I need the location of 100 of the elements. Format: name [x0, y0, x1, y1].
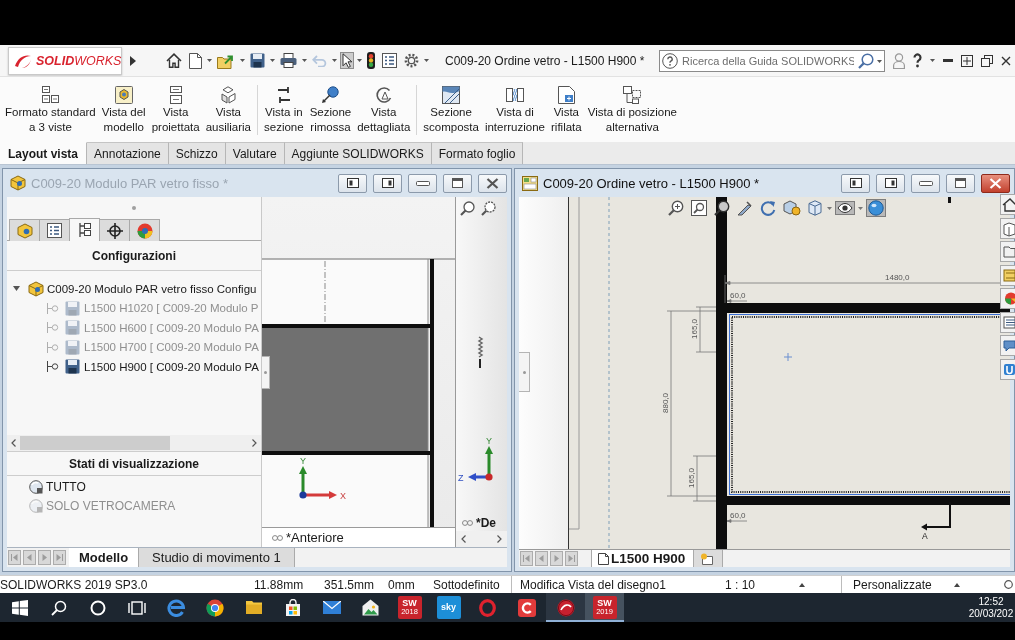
ribbon-button[interactable]: Vista rifilata	[548, 77, 585, 139]
tile-right-button[interactable]	[876, 173, 905, 193]
search-icon[interactable]	[858, 52, 874, 69]
skip-start-icon[interactable]	[520, 551, 533, 566]
dimension-value[interactable]: 165,0	[687, 468, 696, 488]
ribbon-button[interactable]: Vista in sezione	[261, 77, 307, 139]
caret-icon[interactable]	[207, 59, 212, 62]
tree-item[interactable]: C009-20 Modulo PAR vetro fisso Configu	[47, 282, 257, 295]
display-style-icon[interactable]	[781, 199, 803, 217]
tab[interactable]: Valutare	[225, 142, 285, 164]
caret-icon[interactable]	[270, 59, 275, 62]
sheet-tab[interactable]: L1500 H900	[591, 550, 695, 567]
section-view-icon[interactable]	[735, 199, 755, 217]
list-icon[interactable]	[1000, 311, 1015, 333]
list-icon[interactable]	[380, 52, 399, 69]
skip-start-icon[interactable]	[8, 550, 21, 565]
scroll-left-icon[interactable]	[461, 535, 466, 543]
clock-time[interactable]: 12:52	[978, 595, 1004, 608]
box-icon[interactable]	[1000, 217, 1015, 239]
zoom-previous-icon[interactable]	[712, 199, 732, 217]
zoom-area-icon[interactable]	[689, 199, 709, 217]
minimize-button[interactable]	[911, 173, 940, 193]
caret-icon[interactable]	[424, 59, 429, 62]
caret-icon[interactable]	[877, 59, 882, 63]
globe-icon[interactable]	[866, 199, 886, 217]
dimension-value[interactable]: 1480,0	[885, 273, 910, 282]
ribbon-button[interactable]: Vista del modello	[98, 77, 149, 139]
circle-icon[interactable]	[1004, 580, 1013, 589]
ribbon-button[interactable]: Vista proiettata	[148, 77, 203, 139]
caret-icon[interactable]	[13, 286, 20, 292]
maximize-button[interactable]	[946, 173, 975, 193]
ribbon-button[interactable]: Vista di posizione alternativa	[584, 77, 680, 139]
grip-icon[interactable]	[132, 205, 136, 210]
dimension-value[interactable]: 60,0	[730, 511, 746, 520]
add-sheet-button[interactable]	[694, 550, 724, 567]
zoom-fit-icon[interactable]	[460, 201, 475, 216]
ribbon-button[interactable]: Vista ausiliaria	[202, 77, 254, 139]
close-icon[interactable]	[1001, 55, 1011, 66]
traffic-light-icon[interactable]	[365, 51, 377, 70]
tab[interactable]: Modello	[69, 548, 140, 567]
tile-right-button[interactable]	[373, 173, 402, 193]
maximize-button[interactable]	[443, 173, 472, 193]
ribbon-button[interactable]: Sezione rimossa	[306, 77, 355, 139]
tab[interactable]: Studio di movimento 1	[139, 548, 295, 567]
scrollbar-thumb[interactable]	[20, 436, 170, 450]
expand-arrow-icon[interactable]	[130, 55, 136, 66]
minimize-button[interactable]	[408, 173, 437, 193]
units-text[interactable]: Personalizzate	[842, 577, 944, 592]
panel-collapse-handle[interactable]	[262, 356, 270, 389]
display-state-item[interactable]: TUTTO	[46, 479, 86, 494]
taskbar-button[interactable]: sky	[429, 593, 468, 622]
tree-item[interactable]: L1500 H900 [ C009-20 Modulo PA	[84, 360, 259, 373]
clock-date[interactable]: 20/03/202	[968, 607, 1014, 620]
caret-icon[interactable]	[930, 59, 935, 62]
printer-icon[interactable]	[278, 52, 299, 69]
scroll-right-icon[interactable]	[497, 535, 502, 543]
panel-tab[interactable]	[69, 218, 100, 241]
app-tile-icon[interactable]	[1000, 358, 1015, 380]
caret-icon[interactable]	[302, 59, 307, 62]
caret-icon[interactable]	[799, 582, 805, 587]
panel-tab[interactable]	[39, 219, 70, 241]
tab[interactable]: Annotazione	[87, 142, 169, 164]
folder-icon[interactable]	[1000, 241, 1015, 262]
ribbon-button[interactable]: Formato standard a 3 viste	[2, 77, 99, 139]
dimension-value[interactable]: 165,0	[690, 319, 699, 339]
tile-left-button[interactable]	[841, 173, 870, 193]
tab[interactable]: Schizzo	[168, 142, 226, 164]
pointer-icon[interactable]	[340, 52, 354, 69]
new-document-icon[interactable]	[187, 51, 204, 70]
cube-icon[interactable]	[806, 199, 824, 217]
ribbon-button[interactable]: Vista di interruzione	[481, 77, 548, 139]
zoom-fit-icon[interactable]	[666, 199, 686, 217]
tile-left-button[interactable]	[338, 173, 367, 193]
eye-icon[interactable]	[835, 201, 855, 215]
caret-icon[interactable]	[332, 59, 337, 62]
dimension-value[interactable]: 60,0	[730, 291, 746, 300]
tab[interactable]: Layout vista	[0, 142, 88, 164]
library-icon[interactable]	[1000, 264, 1015, 286]
ribbon-button[interactable]: Vista dettagliata	[354, 77, 414, 139]
tab[interactable]: Formato foglio	[431, 142, 524, 164]
home-icon[interactable]	[1000, 194, 1015, 215]
panel-collapse-handle[interactable]	[519, 352, 530, 392]
dimension-value[interactable]: 880,0	[661, 393, 670, 413]
settings-icon[interactable]	[402, 52, 421, 69]
close-button[interactable]	[478, 173, 507, 193]
scale-text[interactable]: 1 : 10	[719, 577, 799, 592]
scroll-left-icon[interactable]	[11, 439, 16, 447]
caret-icon[interactable]	[954, 582, 960, 587]
panel-tab[interactable]	[99, 219, 130, 241]
restore-icon[interactable]	[981, 54, 993, 67]
home-icon[interactable]	[164, 52, 184, 69]
zoom-area-icon[interactable]	[481, 201, 496, 216]
help-icon[interactable]	[913, 53, 922, 68]
caret-icon[interactable]	[357, 59, 362, 62]
chat-icon[interactable]	[1000, 335, 1015, 356]
rotate-icon[interactable]	[758, 199, 778, 217]
save-icon[interactable]	[248, 52, 267, 69]
user-icon[interactable]	[893, 52, 905, 69]
tile-icon[interactable]	[961, 54, 973, 67]
tab[interactable]: Aggiunte SOLIDWORKS	[284, 142, 432, 164]
